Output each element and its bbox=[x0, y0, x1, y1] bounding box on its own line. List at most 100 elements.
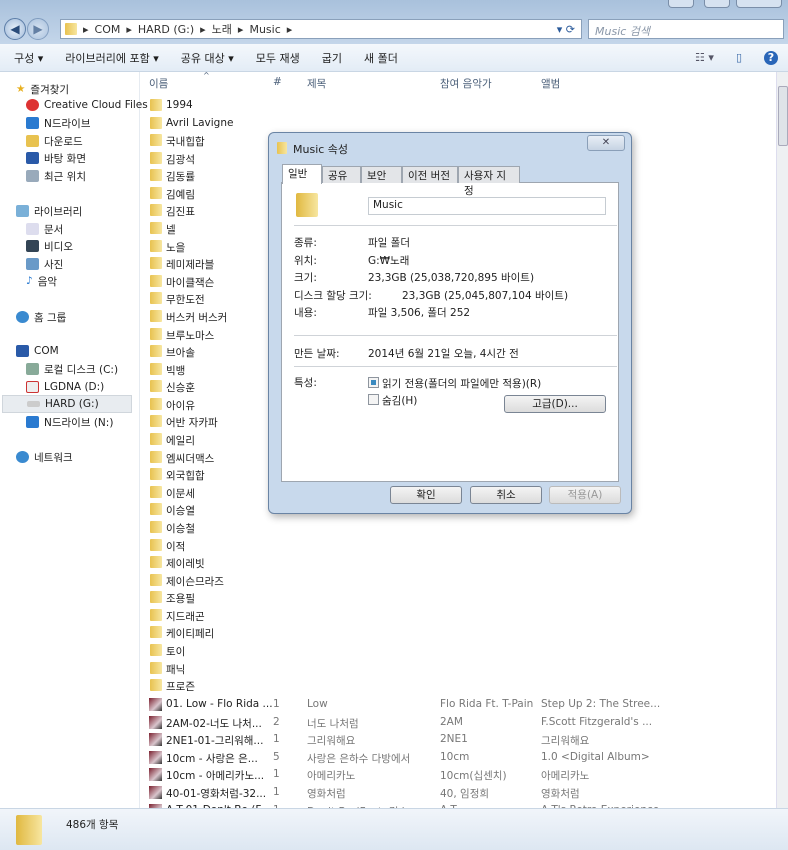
sidebar-item-drive-g[interactable]: HARD (G:) bbox=[2, 395, 132, 413]
sidebar-item-music[interactable]: ♪ 음악 bbox=[26, 272, 164, 290]
address-bar[interactable]: ▸ COM ▸ HARD (G:) ▸ 노래 ▸ Music ▸ ▾ ⟳ bbox=[60, 19, 582, 39]
folder-row[interactable]: 지드래곤 bbox=[148, 607, 773, 624]
folder-icon bbox=[150, 257, 162, 270]
file-row[interactable]: 40-01-영화처럼-32... 1 영화처럼 40, 임정희 영화처럼 bbox=[148, 784, 773, 801]
downloads-icon bbox=[26, 135, 39, 147]
breadcrumb-music[interactable]: Music bbox=[249, 23, 280, 36]
column-album[interactable]: 앨범 bbox=[541, 76, 560, 91]
new-folder-button[interactable]: 새 폴더 bbox=[364, 50, 398, 66]
folder-name: 브루노마스 bbox=[166, 329, 215, 342]
file-row[interactable]: 10cm - 아메리카노... 1 아메리카노 10cm(십센치) 아메리카노 bbox=[148, 766, 773, 783]
folder-icon bbox=[150, 591, 162, 604]
forward-button[interactable]: ▶ bbox=[27, 18, 49, 40]
prop-label: 내용: bbox=[294, 307, 317, 319]
sidebar-homegroup[interactable]: 홈 그룹 bbox=[16, 308, 154, 326]
sidebar-libraries[interactable]: 라이브러리 bbox=[16, 202, 154, 220]
column-title[interactable]: 제목 bbox=[307, 76, 326, 91]
drive-icon bbox=[26, 381, 39, 393]
sidebar-item-creative-cloud[interactable]: Creative Cloud Files bbox=[26, 96, 164, 114]
folder-row[interactable]: 1994 bbox=[148, 97, 773, 114]
readonly-label[interactable]: 읽기 전용(폴더의 파일에만 적용)(R) bbox=[382, 376, 541, 391]
sidebar-item-downloads[interactable]: 다운로드 bbox=[26, 132, 164, 150]
track-number: 1 bbox=[273, 768, 280, 781]
track-album: Step Up 2: The Stree... bbox=[541, 698, 661, 710]
folder-name-input[interactable]: Music bbox=[368, 197, 606, 215]
folder-row[interactable]: 토이 bbox=[148, 642, 773, 659]
search-input[interactable]: Music 검색 bbox=[588, 19, 784, 39]
folder-row[interactable]: 프로즌 bbox=[148, 677, 773, 694]
prop-value: 23,3GB (25,045,807,104 바이트) bbox=[402, 289, 569, 302]
track-album: 아메리카노 bbox=[541, 770, 590, 783]
hidden-label[interactable]: 숨김(H) bbox=[382, 393, 417, 408]
column-header: 이름 ^ # 제목 참여 음악가 앨범 bbox=[141, 71, 776, 92]
readonly-checkbox[interactable] bbox=[368, 377, 379, 388]
column-artist[interactable]: 참여 음악가 bbox=[440, 76, 492, 91]
refresh-icon[interactable]: ▾ ⟳ bbox=[557, 23, 575, 36]
folder-name: 무한도전 bbox=[166, 294, 205, 307]
sidebar-item-drive-n[interactable]: N드라이브 (N:) bbox=[26, 413, 164, 431]
tab-0[interactable]: 일반 bbox=[282, 164, 322, 184]
folder-row[interactable]: Avril Lavigne bbox=[148, 115, 773, 132]
share-button[interactable]: 공유 대상 ▾ bbox=[181, 50, 234, 66]
view-options-icon[interactable]: ☷ ▾ bbox=[695, 51, 714, 64]
burn-button[interactable]: 굽기 bbox=[322, 50, 342, 66]
folder-icon bbox=[150, 186, 162, 199]
help-icon[interactable]: ? bbox=[764, 50, 778, 65]
vertical-scrollbar[interactable] bbox=[776, 72, 788, 815]
breadcrumb-com[interactable]: COM bbox=[95, 23, 121, 36]
folder-name: 이문세 bbox=[166, 487, 195, 500]
file-row[interactable]: 01. Low - Flo Rida ... 1 Low Flo Rida Ft… bbox=[148, 696, 773, 713]
organize-button[interactable]: 구성 ▾ bbox=[14, 50, 43, 66]
hidden-checkbox[interactable] bbox=[368, 394, 379, 405]
dialog-close-button[interactable]: ✕ bbox=[587, 135, 625, 151]
apply-button[interactable]: 적용(A) bbox=[549, 486, 621, 504]
include-library-button[interactable]: 라이브러리에 포함 ▾ bbox=[65, 50, 158, 66]
sidebar-item-ndrive[interactable]: N드라이브 bbox=[26, 114, 164, 132]
folder-icon bbox=[150, 433, 162, 446]
advanced-button[interactable]: 고급(D)... bbox=[504, 395, 606, 413]
sidebar-item-pictures[interactable]: 사진 bbox=[26, 255, 164, 273]
tab-2[interactable]: 보안 bbox=[361, 166, 402, 183]
sidebar-computer[interactable]: COM bbox=[16, 342, 154, 360]
preview-pane-icon[interactable]: ▯ bbox=[736, 51, 742, 64]
sidebar-item-drive-d[interactable]: LGDNA (D:) bbox=[26, 378, 164, 396]
tab-1[interactable]: 공유 bbox=[322, 166, 361, 183]
play-all-button[interactable]: 모두 재생 bbox=[256, 50, 300, 66]
dialog-title: Music 속성 bbox=[293, 143, 349, 156]
file-name: 10cm - 아메리카노... bbox=[166, 770, 265, 783]
sidebar-network[interactable]: 네트워크 bbox=[16, 448, 154, 466]
ok-button[interactable]: 확인 bbox=[390, 486, 462, 504]
sidebar-item-documents[interactable]: 문서 bbox=[26, 220, 164, 238]
tab-3[interactable]: 이전 버전 bbox=[402, 166, 458, 183]
maximize-button[interactable] bbox=[704, 0, 730, 8]
status-bar: 486개 항목 bbox=[0, 808, 788, 850]
folder-icon bbox=[150, 520, 162, 533]
folder-row[interactable]: 패닉 bbox=[148, 660, 773, 677]
close-button[interactable] bbox=[736, 0, 782, 8]
folder-row[interactable]: 이적 bbox=[148, 537, 773, 554]
back-button[interactable]: ◀ bbox=[4, 18, 26, 40]
folder-row[interactable]: 제이레빗 bbox=[148, 554, 773, 571]
folder-row[interactable]: 조용필 bbox=[148, 589, 773, 606]
track-number: 1 bbox=[273, 733, 280, 746]
folder-row[interactable]: 제이슨므라즈 bbox=[148, 572, 773, 589]
sidebar-item-recent[interactable]: 최근 위치 bbox=[26, 167, 164, 185]
file-row[interactable]: 2AM-02-너도 나처... 2 너도 나처럼 2AM F.Scott Fit… bbox=[148, 714, 773, 731]
folder-row[interactable]: 이승철 bbox=[148, 519, 773, 536]
folder-row[interactable]: 케이티페리 bbox=[148, 624, 773, 641]
cancel-button[interactable]: 취소 bbox=[470, 486, 542, 504]
file-row[interactable]: 10cm - 사랑은 은... 5 사랑은 은하수 다방에서 10cm 1.0 … bbox=[148, 749, 773, 766]
sidebar-item-videos[interactable]: 비디오 bbox=[26, 237, 164, 255]
tab-4[interactable]: 사용자 지정 bbox=[458, 166, 520, 197]
sidebar-item-desktop[interactable]: 바탕 화면 bbox=[26, 149, 164, 167]
file-row[interactable]: 2NE1-01-그리워해... 1 그리워해요 2NE1 그리워해요 bbox=[148, 731, 773, 748]
scrollbar-thumb[interactable] bbox=[778, 86, 788, 146]
column-name[interactable]: 이름 bbox=[149, 76, 168, 91]
recent-places-icon bbox=[26, 170, 39, 182]
sidebar-item-drive-c[interactable]: 로컬 디스크 (C:) bbox=[26, 360, 164, 378]
minimize-button[interactable] bbox=[668, 0, 694, 8]
breadcrumb-hard[interactable]: HARD (G:) bbox=[138, 23, 194, 36]
breadcrumb-song[interactable]: 노래 bbox=[212, 21, 232, 37]
column-number[interactable]: # bbox=[273, 76, 282, 88]
folder-name: 1994 bbox=[166, 99, 193, 111]
